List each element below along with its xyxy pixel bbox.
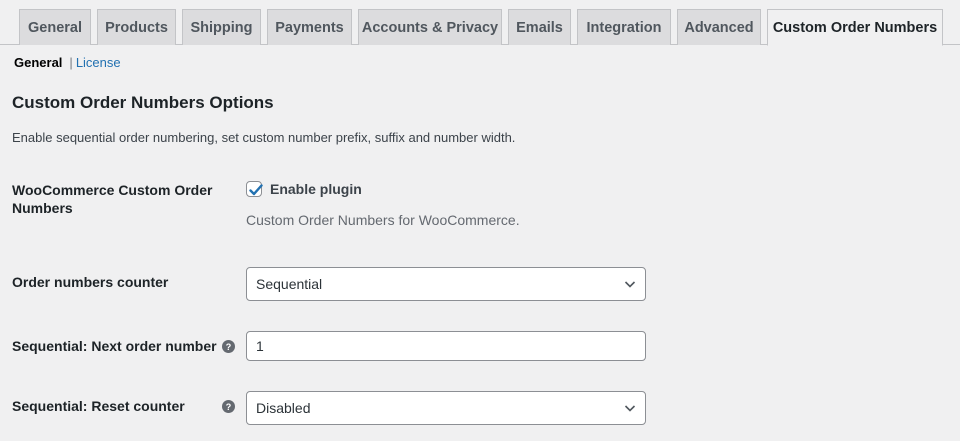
enable-plugin-label: WooCommerce Custom Order Numbers (12, 181, 212, 217)
tab-shipping[interactable]: Shipping (182, 9, 261, 45)
tab-accounts-privacy[interactable]: Accounts & Privacy (358, 9, 502, 45)
help-question-icon[interactable]: ? (222, 340, 235, 353)
reset-counter-select[interactable]: Disabled (246, 391, 646, 425)
enable-plugin-label-line1: WooCommerce Custom Order (12, 182, 213, 198)
tab-integration[interactable]: Integration (577, 9, 671, 45)
tab-custom-order-numbers[interactable]: Custom Order Numbers (767, 9, 943, 46)
subnav-separator: | (69, 55, 73, 70)
section-description: Enable sequential order numbering, set c… (12, 130, 516, 145)
next-order-number-label: Sequential: Next order number (12, 338, 217, 354)
settings-tabs: General Products Shipping Payments Accou… (0, 0, 960, 46)
order-counter-select[interactable]: Sequential (246, 267, 646, 301)
help-question-icon[interactable]: ? (222, 400, 235, 413)
subnav-license-link[interactable]: License (76, 55, 121, 70)
tab-general[interactable]: General (19, 9, 91, 45)
section-subnav: General | License (14, 55, 121, 70)
enable-plugin-label-line2: Numbers (12, 200, 73, 216)
enable-plugin-checkbox[interactable] (246, 181, 263, 197)
section-title: Custom Order Numbers Options (12, 93, 274, 112)
settings-page: General Products Shipping Payments Accou… (0, 0, 960, 441)
checkmark-icon (249, 184, 263, 196)
reset-counter-label: Sequential: Reset counter (12, 398, 185, 414)
next-order-number-input[interactable]: 1 (246, 331, 646, 361)
chevron-down-icon (624, 281, 636, 288)
order-counter-value: Sequential (256, 276, 323, 292)
enable-plugin-checkbox-label[interactable]: Enable plugin (270, 181, 362, 197)
subnav-general[interactable]: General (14, 55, 62, 70)
tab-payments[interactable]: Payments (267, 9, 352, 45)
reset-counter-value: Disabled (256, 400, 311, 416)
order-counter-label: Order numbers counter (12, 274, 169, 290)
tab-products[interactable]: Products (97, 9, 176, 45)
tab-emails[interactable]: Emails (508, 9, 571, 45)
next-order-number-value: 1 (256, 338, 264, 354)
tab-advanced[interactable]: Advanced (677, 9, 761, 45)
enable-plugin-description: Custom Order Numbers for WooCommerce. (246, 212, 520, 228)
chevron-down-icon (624, 405, 636, 412)
